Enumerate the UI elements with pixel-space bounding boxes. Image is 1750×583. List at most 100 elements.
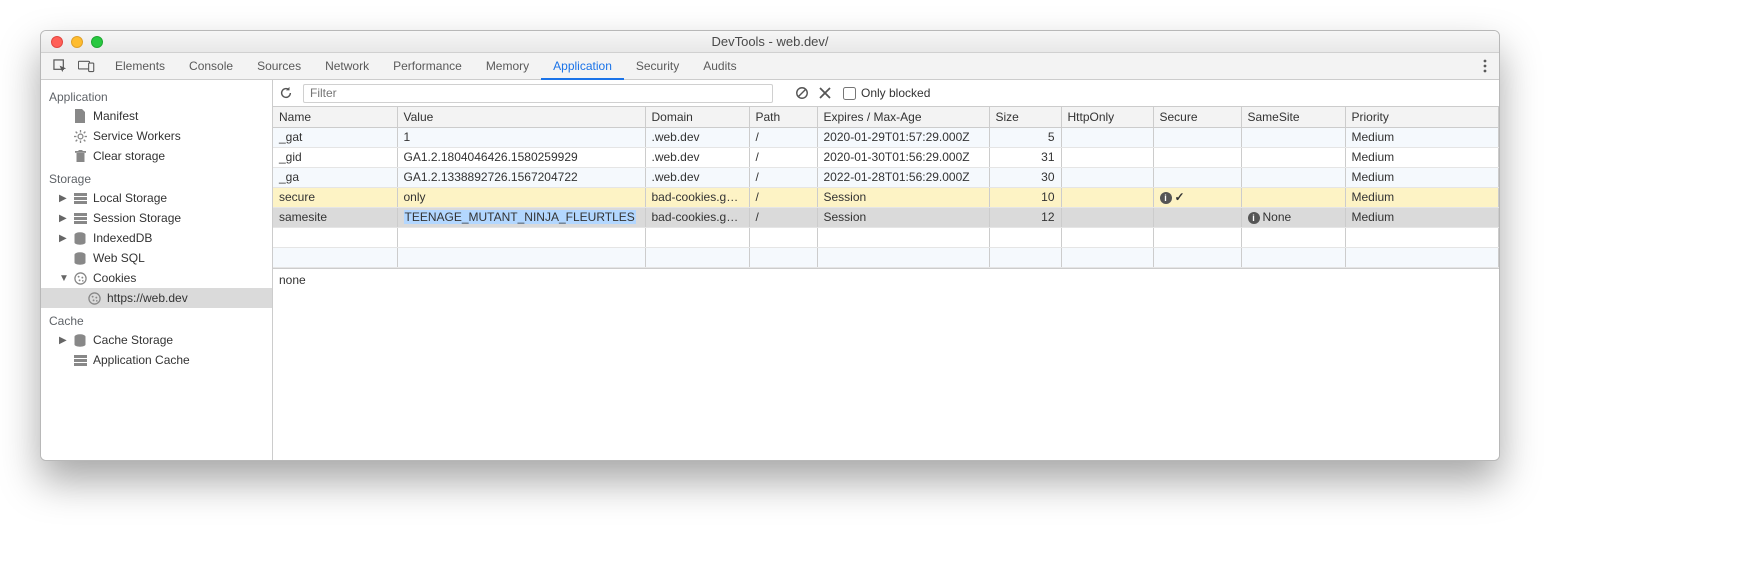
cell-secure (1153, 147, 1241, 167)
col-path[interactable]: Path (749, 107, 817, 127)
table-row[interactable]: secureonlybad-cookies.g…/Session10i✓Medi… (273, 187, 1499, 207)
titlebar: DevTools - web.dev/ (41, 31, 1499, 53)
col-size[interactable]: Size (989, 107, 1061, 127)
cell-expires: 2020-01-30T01:56:29.000Z (817, 147, 989, 167)
cell-size: 31 (989, 147, 1061, 167)
sidebar-item-local-storage[interactable]: ▶Local Storage (41, 188, 272, 208)
tab-performance[interactable]: Performance (381, 53, 474, 79)
zoom-window-button[interactable] (91, 36, 103, 48)
cell-expires: 2022-01-28T01:56:29.000Z (817, 167, 989, 187)
sidebar-item-clear-storage[interactable]: Clear storage (41, 146, 272, 166)
more-icon[interactable] (1471, 53, 1499, 79)
cell-samesite: iNone (1241, 207, 1345, 227)
minimize-window-button[interactable] (71, 36, 83, 48)
tab-elements[interactable]: Elements (103, 53, 177, 79)
cell-path: / (749, 147, 817, 167)
sidebar-item-cookies[interactable]: ▼Cookies (41, 268, 272, 288)
cell-path: / (749, 207, 817, 227)
filter-input[interactable] (303, 84, 773, 103)
cell-priority: Medium (1345, 147, 1499, 167)
stack-icon (73, 353, 87, 367)
close-window-button[interactable] (51, 36, 63, 48)
cell-secure (1153, 167, 1241, 187)
cell-httponly (1061, 187, 1153, 207)
cell-httponly (1061, 127, 1153, 147)
cell-domain: .web.dev (645, 167, 749, 187)
cell-httponly (1061, 147, 1153, 167)
sidebar-item-label: Cache Storage (93, 333, 173, 347)
sidebar-item-web-sql[interactable]: Web SQL (41, 248, 272, 268)
cell-samesite (1241, 187, 1345, 207)
device-toolbar-icon[interactable] (73, 53, 99, 79)
sidebar-section-cache: Cache (41, 308, 272, 330)
reload-icon[interactable] (279, 86, 297, 100)
cell-size: 10 (989, 187, 1061, 207)
sidebar-item-label: Application Cache (93, 353, 190, 367)
table-row[interactable]: _gat1.web.dev/2020-01-29T01:57:29.000Z5M… (273, 127, 1499, 147)
cell-expires: 2020-01-29T01:57:29.000Z (817, 127, 989, 147)
sidebar-item-label: Service Workers (93, 129, 181, 143)
sidebar-item-https-web-dev[interactable]: https://web.dev (41, 288, 272, 308)
table-row-empty[interactable] (273, 247, 1499, 267)
table-row[interactable]: samesiteTEENAGE_MUTANT_NINJA_FLEURTLESba… (273, 207, 1499, 227)
sidebar-item-indexeddb[interactable]: ▶IndexedDB (41, 228, 272, 248)
cell-priority: Medium (1345, 127, 1499, 147)
tab-console[interactable]: Console (177, 53, 245, 79)
gear-icon (73, 129, 87, 143)
delete-icon[interactable] (819, 87, 837, 99)
col-domain[interactable]: Domain (645, 107, 749, 127)
cell-secure (1153, 127, 1241, 147)
sidebar-item-session-storage[interactable]: ▶ Session Storage (41, 208, 272, 228)
devtools-window: DevTools - web.dev/ ElementsConsoleSourc… (40, 30, 1500, 461)
tab-sources[interactable]: Sources (245, 53, 313, 79)
cell-expires: Session (817, 207, 989, 227)
expand-arrow-icon: ▼ (59, 273, 67, 284)
sidebar-item-label: Clear storage (93, 149, 165, 163)
warning-icon: i (1160, 192, 1172, 204)
application-sidebar[interactable]: ApplicationManifestService WorkersClear … (41, 80, 273, 460)
only-blocked-label: Only blocked (861, 86, 930, 100)
db-icon (73, 231, 87, 245)
sidebar-item-service-workers[interactable]: Service Workers (41, 126, 272, 146)
window-title: DevTools - web.dev/ (41, 34, 1499, 49)
sidebar-item-manifest[interactable]: Manifest (41, 106, 272, 126)
sidebar-item-cache-storage[interactable]: ▶Cache Storage (41, 330, 272, 350)
sidebar-item-label: Manifest (93, 109, 138, 123)
stack-icon (73, 191, 87, 205)
sidebar-item-application-cache[interactable]: Application Cache (41, 350, 272, 370)
cell-priority: Medium (1345, 207, 1499, 227)
expand-arrow-icon: ▶ (59, 213, 67, 224)
col-name[interactable]: Name (273, 107, 397, 127)
col-expires-max-age[interactable]: Expires / Max-Age (817, 107, 989, 127)
col-priority[interactable]: Priority (1345, 107, 1499, 127)
table-header-row[interactable]: NameValueDomainPathExpires / Max-AgeSize… (273, 107, 1499, 127)
tab-audits[interactable]: Audits (691, 53, 748, 79)
cell-path: / (749, 187, 817, 207)
table-row-empty[interactable] (273, 227, 1499, 247)
sidebar-item-label: Session Storage (93, 211, 181, 225)
cell-samesite (1241, 167, 1345, 187)
cell-priority: Medium (1345, 167, 1499, 187)
table-row[interactable]: _gidGA1.2.1804046426.1580259929.web.dev/… (273, 147, 1499, 167)
manifest-icon (73, 109, 87, 123)
cell-value: GA1.2.1338892726.1567204722 (397, 167, 645, 187)
col-httponly[interactable]: HttpOnly (1061, 107, 1153, 127)
only-blocked-checkbox[interactable]: Only blocked (843, 86, 930, 100)
inspect-icon[interactable] (47, 53, 73, 79)
tab-application[interactable]: Application (541, 53, 624, 80)
cookie-preview: none (273, 268, 1499, 461)
col-samesite[interactable]: SameSite (1241, 107, 1345, 127)
panel-tabbar: ElementsConsoleSourcesNetworkPerformance… (41, 53, 1499, 80)
cell-name: samesite (273, 207, 397, 227)
table-row[interactable]: _gaGA1.2.1338892726.1567204722.web.dev/2… (273, 167, 1499, 187)
clear-icon[interactable] (795, 86, 813, 100)
cookies-toolbar: Only blocked (273, 80, 1499, 107)
col-secure[interactable]: Secure (1153, 107, 1241, 127)
cell-size: 30 (989, 167, 1061, 187)
cell-samesite (1241, 127, 1345, 147)
tab-memory[interactable]: Memory (474, 53, 541, 79)
tab-security[interactable]: Security (624, 53, 691, 79)
cell-secure: i✓ (1153, 187, 1241, 207)
col-value[interactable]: Value (397, 107, 645, 127)
tab-network[interactable]: Network (313, 53, 381, 79)
